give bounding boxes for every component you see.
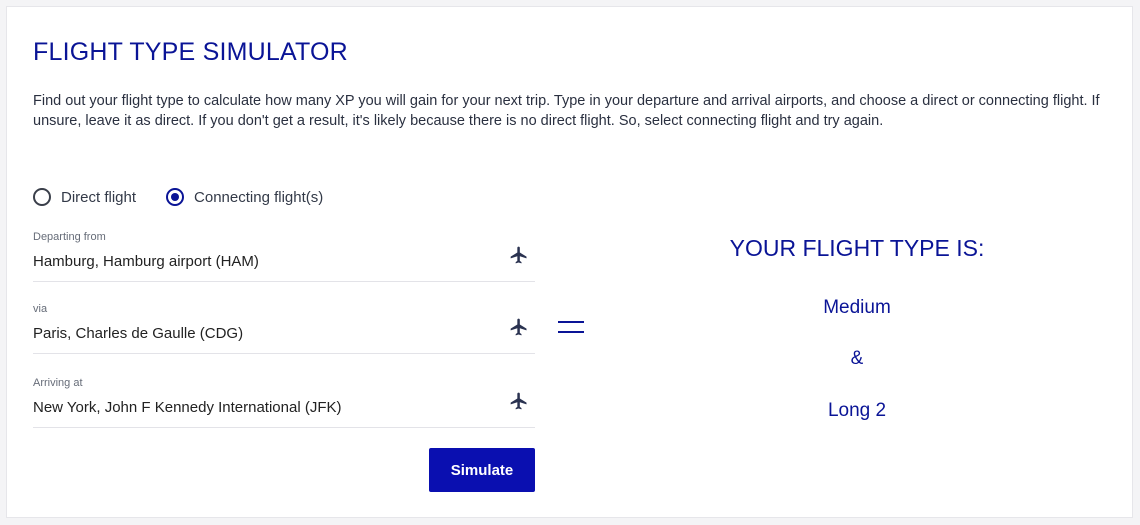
page-description: Find out your flight type to calculate h…: [33, 93, 1100, 129]
plane-icon: [510, 392, 527, 410]
arriving-at-field[interactable]: Arriving at New York, John F Kennedy Int…: [33, 377, 535, 428]
arriving-at-label: Arriving at: [33, 377, 83, 389]
flight-type-radio-group: Direct flight Connecting flight(s): [33, 188, 353, 206]
plane-icon: [510, 246, 527, 264]
simulate-button[interactable]: Simulate: [429, 448, 535, 492]
via-label: via: [33, 303, 48, 315]
departing-from-label: Departing from: [33, 231, 106, 243]
plane-icon: [510, 318, 527, 336]
equals-icon: [558, 319, 584, 335]
simulator-card: FLIGHT TYPE SIMULATOR Find out your flig…: [6, 6, 1133, 518]
arriving-at-value[interactable]: New York, John F Kennedy International (…: [33, 399, 342, 416]
radio-connecting-label: Connecting flight(s): [194, 188, 324, 206]
radio-circle-unchecked[interactable]: [33, 188, 51, 206]
via-value[interactable]: Paris, Charles de Gaulle (CDG): [33, 325, 243, 342]
radio-direct-label: Direct flight: [61, 188, 137, 206]
result-separator: &: [850, 348, 864, 369]
radio-connecting-flight[interactable]: Connecting flight(s): [166, 188, 323, 206]
radio-direct-flight[interactable]: Direct flight: [33, 188, 136, 206]
result-type-2: Long 2: [827, 400, 887, 421]
page-title: FLIGHT TYPE SIMULATOR: [33, 38, 348, 66]
departing-from-value[interactable]: Hamburg, Hamburg airport (HAM): [33, 253, 259, 270]
via-field[interactable]: via Paris, Charles de Gaulle (CDG): [33, 303, 535, 354]
result-heading: YOUR FLIGHT TYPE IS:: [729, 235, 985, 261]
radio-circle-checked[interactable]: [166, 188, 185, 206]
result-type-1: Medium: [823, 297, 891, 318]
departing-from-field[interactable]: Departing from Hamburg, Hamburg airport …: [33, 231, 535, 282]
